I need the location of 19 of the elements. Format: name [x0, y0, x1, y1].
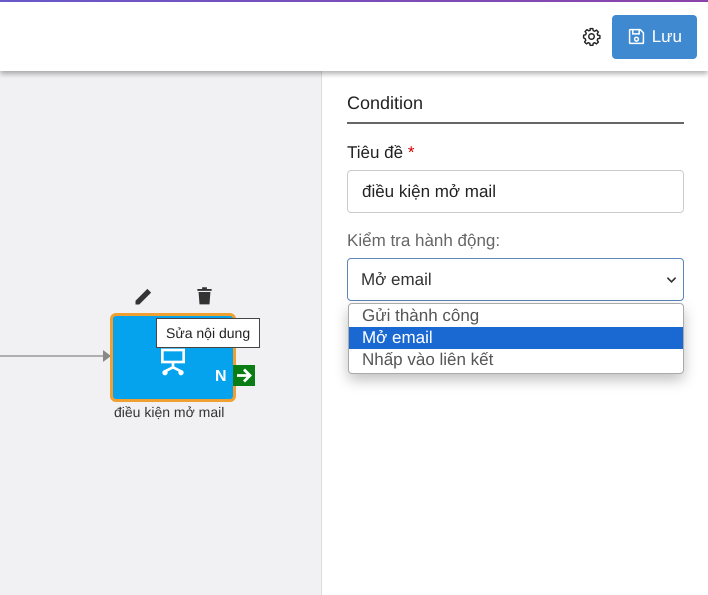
- dropdown-option[interactable]: Mở email: [349, 327, 683, 349]
- field-label: Kiểm tra hành động:: [347, 231, 502, 251]
- floppy-disk-icon: [628, 28, 645, 45]
- dropdown-option[interactable]: Nhấp vào liên kết: [349, 349, 683, 371]
- field-label: Tiêu đề: [347, 143, 404, 162]
- node-label: điều kiện mở mail: [114, 404, 224, 420]
- tooltip: Sửa nội dung: [156, 318, 260, 348]
- dropdown-option[interactable]: Gửi thành công: [349, 305, 683, 327]
- required-mark: *: [408, 143, 414, 162]
- branch-label: N: [215, 368, 227, 386]
- arrow-right-icon[interactable]: [233, 365, 255, 386]
- save-button[interactable]: Lưu: [612, 14, 697, 58]
- pencil-icon[interactable]: [133, 287, 153, 307]
- trash-icon[interactable]: [196, 286, 213, 305]
- settings-icon[interactable]: [582, 27, 601, 46]
- panel-title: Condition: [347, 93, 684, 124]
- title-input[interactable]: điều kiện mở mail: [347, 170, 684, 213]
- action-select[interactable]: Mở email: [347, 258, 684, 301]
- chevron-down-icon: [666, 276, 677, 284]
